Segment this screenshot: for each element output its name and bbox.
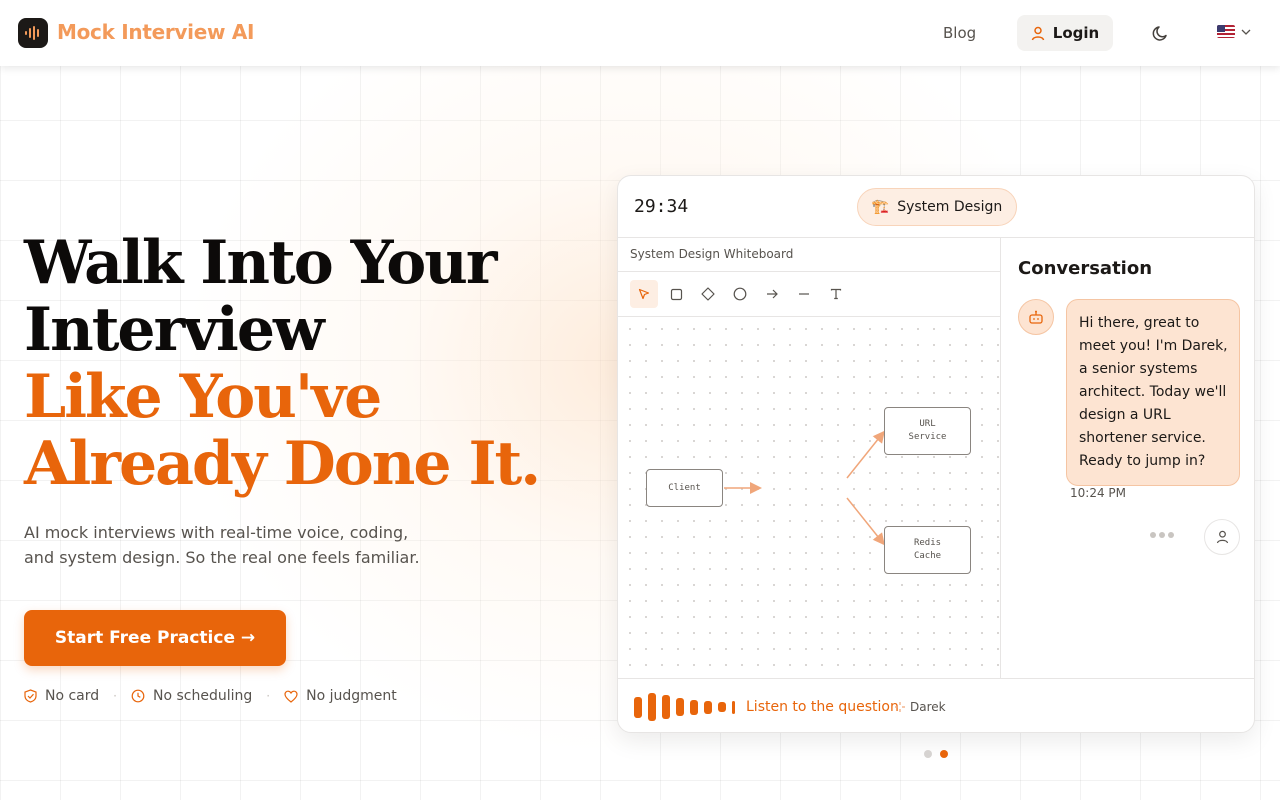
whiteboard-toolbar	[618, 271, 1001, 317]
hero-title-line-3: Like You've	[24, 362, 382, 432]
interview-timer: 29:34	[634, 196, 689, 217]
waveform-bar	[690, 699, 698, 715]
carousel-dots	[924, 750, 948, 758]
conversation-panel: Conversation Hi there, great to meet you…	[1002, 238, 1254, 678]
theme-toggle-button[interactable]	[1151, 23, 1171, 43]
typing-dot	[1159, 532, 1165, 538]
shield-check-icon	[24, 689, 37, 703]
demo-footer: Listen to the question Darek	[618, 678, 1254, 732]
perk-no-card: No card	[24, 688, 99, 704]
waveform-bar	[732, 700, 735, 714]
login-button[interactable]: Login	[1017, 15, 1113, 51]
rectangle-tool-button[interactable]	[662, 280, 690, 308]
hero-title: Walk Into Your Interview Like You've Alr…	[24, 230, 584, 498]
brand-name[interactable]: Mock Interview AI	[57, 20, 254, 44]
circle-icon	[733, 287, 747, 301]
cursor-icon	[638, 288, 650, 300]
node-label-line-2: Cache	[913, 551, 942, 561]
logo-icon[interactable]	[18, 18, 48, 48]
listen-question-button[interactable]: Listen to the question	[746, 699, 899, 715]
perks-list: No card · No scheduling · No judgment	[24, 688, 397, 704]
sparkle-icon	[895, 702, 905, 712]
node-label-line-1: Redis	[913, 538, 942, 548]
ellipse-tool-button[interactable]	[726, 280, 754, 308]
perk-no-judgment: No judgment	[284, 688, 397, 704]
carousel-dot[interactable]	[924, 750, 932, 758]
typing-dot	[1168, 532, 1174, 538]
waveform-bar	[648, 693, 656, 721]
perk-label: No scheduling	[153, 688, 253, 704]
topic-label: System Design	[897, 199, 1003, 215]
url-service-node[interactable]: URL Service	[884, 407, 971, 455]
hero-subtitle: AI mock interviews with real-time voice,…	[24, 523, 420, 567]
message-timestamp: 10:24 PM	[1070, 486, 1126, 500]
nav-blog-link[interactable]: Blog	[943, 24, 976, 42]
hero-title-line-1: Walk Into Your	[24, 228, 497, 298]
voice-waveform	[634, 693, 735, 721]
hero-title-line-4: Already Done It.	[24, 429, 541, 499]
perk-separator: ·	[113, 689, 117, 703]
whiteboard-panel: System Design Whiteboard Client URL Serv…	[618, 238, 1001, 678]
bot-icon	[1029, 310, 1043, 324]
us-flag-icon	[1217, 25, 1235, 38]
bot-avatar	[1018, 299, 1054, 335]
conversation-title: Conversation	[1018, 258, 1153, 279]
demo-header: 29:34 🏗️ System Design	[618, 176, 1254, 238]
waveform-bar	[662, 695, 670, 719]
line-icon	[799, 293, 809, 295]
waveform-bar	[634, 696, 642, 718]
text-tool-button[interactable]	[822, 280, 850, 308]
perk-label: No card	[45, 688, 100, 704]
login-label: Login	[1052, 24, 1100, 42]
diamond-tool-button[interactable]	[694, 280, 722, 308]
hero-title-line-2: Interview	[24, 295, 325, 365]
interview-demo-card: 29:34 🏗️ System Design System Design Whi…	[617, 175, 1255, 733]
speaker-name: Darek	[910, 700, 946, 714]
perk-label: No judgment	[306, 688, 397, 704]
chevron-down-icon	[1241, 29, 1251, 35]
waveform-bar	[676, 698, 684, 716]
topic-badge: 🏗️ System Design	[857, 188, 1017, 226]
text-icon	[830, 288, 842, 300]
user-icon	[1031, 26, 1045, 40]
clock-icon	[131, 689, 145, 703]
interviewer-message: Hi there, great to meet you! I'm Darek, …	[1066, 299, 1240, 486]
speaker-label: Darek	[894, 700, 946, 714]
diamond-icon	[701, 287, 715, 301]
user-avatar	[1204, 519, 1240, 555]
rectangle-icon	[670, 288, 682, 300]
typing-dot	[1150, 532, 1156, 538]
start-free-practice-button[interactable]: Start Free Practice →	[24, 610, 286, 666]
user-icon	[1216, 530, 1228, 544]
node-label-line-1: URL	[919, 419, 936, 429]
moon-icon	[1152, 26, 1167, 41]
waveform-bar	[704, 700, 712, 714]
select-tool-button[interactable]	[630, 280, 658, 308]
perk-no-scheduling: No scheduling	[131, 688, 252, 704]
heart-icon	[284, 690, 298, 703]
perk-separator: ·	[266, 689, 271, 703]
arrow-tool-button[interactable]	[758, 280, 786, 308]
crane-icon: 🏗️	[871, 199, 890, 215]
node-label: Client	[668, 482, 701, 493]
waveform-bar	[718, 702, 726, 712]
language-select[interactable]	[1217, 25, 1251, 38]
connector-url-service	[846, 430, 885, 479]
redis-cache-node[interactable]: Redis Cache	[884, 526, 971, 574]
whiteboard-title: System Design Whiteboard	[630, 247, 794, 261]
client-node[interactable]: Client	[646, 469, 723, 507]
node-label-line-2: Service	[908, 432, 947, 442]
arrow-right-icon	[766, 289, 778, 299]
typing-indicator	[1150, 532, 1174, 538]
connector-redis	[846, 497, 885, 546]
line-tool-button[interactable]	[790, 280, 818, 308]
carousel-dot[interactable]	[940, 750, 948, 758]
site-header: Mock Interview AI Blog Login	[0, 0, 1280, 66]
whiteboard-canvas[interactable]: Client URL Service Redis Cache	[618, 317, 1001, 678]
